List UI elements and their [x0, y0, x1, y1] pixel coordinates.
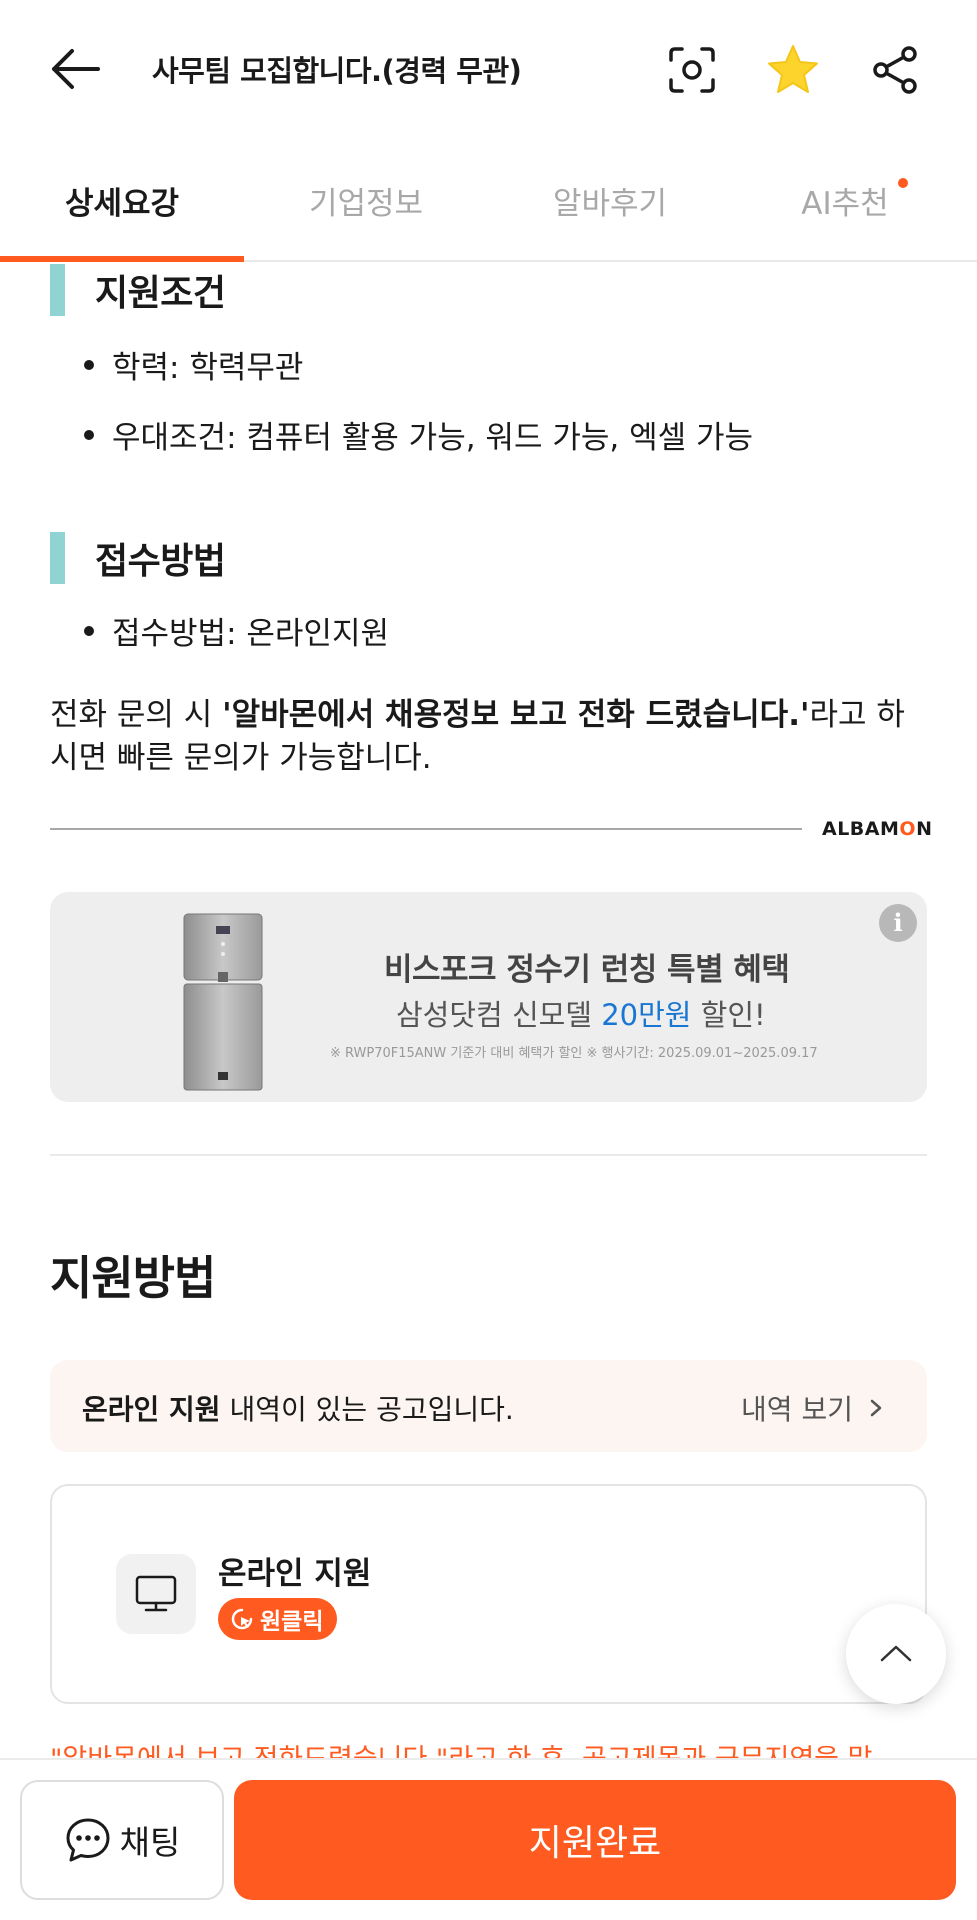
- chat-button-label: 채팅: [119, 1823, 181, 1862]
- list-item: 학력: 학력무관: [84, 342, 303, 387]
- one-click-badge: 원클릭: [218, 1598, 338, 1640]
- online-apply-card[interactable]: 온라인 지원 원클릭: [50, 1484, 927, 1704]
- monitor-icon: [116, 1554, 196, 1634]
- section-accent-bar: [50, 532, 65, 584]
- notification-dot: [898, 178, 908, 188]
- share-icon[interactable]: [866, 40, 926, 100]
- chevron-right-icon: [870, 1399, 882, 1417]
- star-icon[interactable]: [763, 40, 823, 100]
- notice-text: 온라인 지원 내역이 있는 공고입니다.: [82, 1393, 514, 1426]
- chat-button[interactable]: 채팅: [20, 1780, 224, 1900]
- phone-note-quote: '알바몬에서 채용정보 보고 전화 드렸습니다.': [222, 697, 810, 733]
- chat-bubble-icon: [66, 1818, 110, 1862]
- list-item-text: 우대조건: 컴퓨터 활용 가능, 워드 가능, 엑셀 가능: [112, 420, 754, 456]
- ad-subline: 삼성닷컴 신모델 20만원 할인!: [396, 998, 766, 1032]
- online-apply-title: 온라인 지원: [218, 1556, 372, 1592]
- list-item-text: 접수방법: 온라인지원: [112, 616, 389, 652]
- applied-notice: 온라인 지원 내역이 있는 공고입니다. 내역 보기: [50, 1360, 927, 1452]
- chevron-up-icon: [880, 1645, 912, 1662]
- application-method-heading: 접수방법: [50, 532, 226, 584]
- requirements-heading: 지원조건: [50, 264, 226, 316]
- ad-disclaimer: ※ RWP70F15ANW 기준가 대비 혜택가 할인 ※ 행사기간: 2025…: [330, 1046, 818, 1061]
- info-icon[interactable]: i: [879, 904, 917, 942]
- back-arrow-icon[interactable]: [48, 44, 108, 94]
- phone-note-prefix: 전화 문의 시: [50, 697, 223, 733]
- tab-bar: 상세요강 기업정보 알바후기 AI추천: [0, 140, 977, 262]
- albamon-logo: ALBAMON: [822, 818, 933, 840]
- water-purifier-image: [182, 912, 264, 1092]
- list-item-text: 학력: 학력무관: [112, 350, 304, 386]
- application-method-heading-text: 접수방법: [95, 541, 226, 582]
- apply-method-heading: 지원방법: [50, 1251, 216, 1305]
- active-tab-indicator: [0, 256, 244, 262]
- bullet-icon: [84, 625, 94, 636]
- one-click-label: 원클릭: [260, 1609, 324, 1635]
- app-header: 사무팀 모집합니다.(경력 무관): [0, 0, 977, 140]
- bottom-action-bar: 채팅 지원완료: [0, 1758, 977, 1920]
- tab-company-info[interactable]: 기업정보: [244, 178, 488, 223]
- apply-complete-button[interactable]: 지원완료: [234, 1780, 956, 1900]
- list-item: 접수방법: 온라인지원: [84, 608, 389, 653]
- section-accent-bar: [50, 264, 65, 316]
- ad-headline: 비스포크 정수기 런칭 특별 혜택: [384, 952, 790, 988]
- scroll-to-top-button[interactable]: [846, 1604, 946, 1704]
- tab-ai-recommend[interactable]: AI추천: [723, 178, 967, 223]
- bullet-icon: [84, 359, 94, 370]
- cursor-click-icon: [231, 1608, 253, 1630]
- divider: [50, 1154, 927, 1156]
- phone-inquiry-note: 전화 문의 시 '알바몬에서 채용정보 보고 전화 드렸습니다.'라고 하시면 …: [50, 694, 930, 780]
- requirements-heading-text: 지원조건: [95, 273, 226, 314]
- view-history-link[interactable]: 내역 보기: [741, 1388, 887, 1428]
- ad-banner[interactable]: 비스포크 정수기 런칭 특별 혜택 삼성닷컴 신모델 20만원 할인! ※ RW…: [50, 892, 927, 1102]
- divider: [50, 828, 802, 830]
- tab-details[interactable]: 상세요강: [0, 178, 244, 223]
- page-title: 사무팀 모집합니다.(경력 무관): [152, 54, 522, 88]
- scan-icon[interactable]: [662, 40, 722, 100]
- view-history-label: 내역 보기: [741, 1393, 853, 1426]
- bullet-icon: [84, 429, 94, 440]
- tab-reviews[interactable]: 알바후기: [488, 178, 732, 223]
- list-item: 우대조건: 컴퓨터 활용 가능, 워드 가능, 엑셀 가능: [84, 412, 753, 457]
